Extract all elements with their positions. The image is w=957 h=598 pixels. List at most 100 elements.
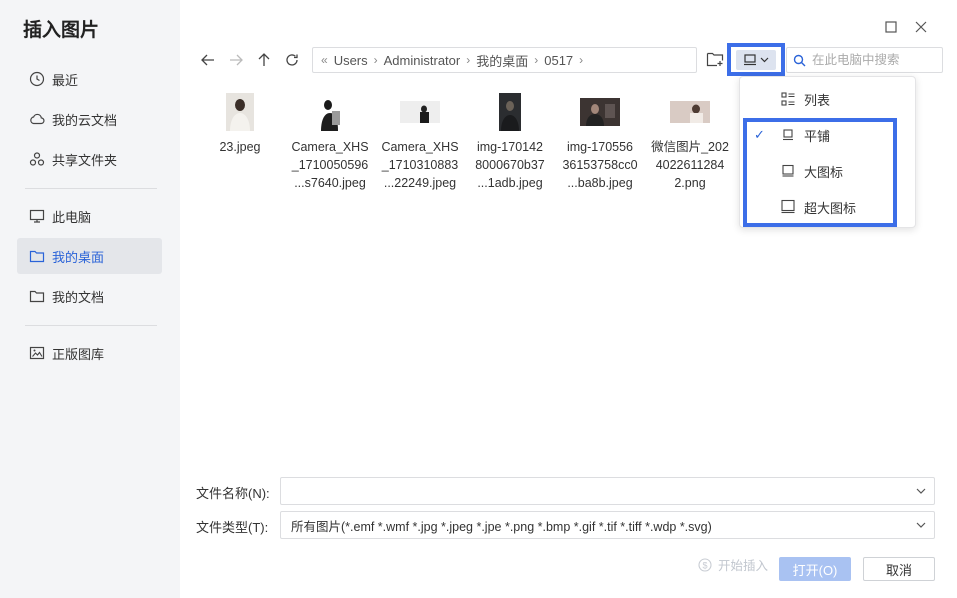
file-name-line: Camera_XHS (381, 140, 459, 154)
image-thumbnail (199, 92, 281, 132)
start-insert-button[interactable]: $ 开始插入 (698, 555, 768, 574)
share-icon (29, 151, 45, 167)
sidebar-item-my-desktop[interactable]: 我的桌面 (17, 238, 162, 274)
breadcrumb-item-0517[interactable]: 0517 (544, 53, 573, 68)
large-icon-view-icon (780, 163, 796, 179)
breadcrumb-item-desktop[interactable]: 我的桌面 (476, 51, 528, 70)
sidebar-item-this-pc[interactable]: 此电脑 (17, 198, 162, 234)
sidebar-item-label: 最近 (52, 72, 79, 88)
file-name-line: 微信图片_202 (651, 140, 729, 154)
chevron-right-icon[interactable]: › (579, 53, 583, 67)
forward-button[interactable] (224, 49, 248, 71)
file-item[interactable]: img-170556 36153758cc0 ...ba8b.jpeg (559, 92, 641, 192)
up-button[interactable] (252, 49, 276, 71)
search-box[interactable] (786, 47, 943, 73)
image-thumbnail (469, 92, 551, 132)
file-name-line: Camera_XHS (291, 140, 369, 154)
menu-item-label: 超大图标 (804, 200, 857, 216)
chevron-right-icon: › (466, 53, 471, 67)
sidebar-item-label: 此电脑 (52, 209, 92, 225)
chevron-right-icon: › (534, 53, 539, 67)
close-icon (915, 21, 927, 33)
maximize-button[interactable] (881, 17, 901, 37)
file-name-line: ...22249.jpeg (383, 176, 457, 190)
file-item[interactable]: img-170142 8000670b37 ...1adb.jpeg (469, 92, 551, 192)
sidebar-item-image-gallery[interactable]: 正版图库 (17, 335, 162, 371)
close-button[interactable] (911, 17, 931, 37)
file-name-line: ...s7640.jpeg (294, 176, 366, 190)
search-input[interactable] (812, 53, 932, 67)
image-thumbnail (559, 92, 641, 132)
arrow-up-icon (258, 53, 270, 66)
file-name-line: _1710050596 (291, 158, 369, 172)
new-folder-button[interactable] (706, 50, 726, 70)
sidebar: 插入图片 最近 我的云文档 共享文件夹 此电脑 我的桌面 我的文档 正版图库 (0, 0, 180, 598)
folder-icon (29, 288, 45, 304)
file-name-line: img-170556 (566, 140, 633, 154)
chevron-down-icon (916, 522, 926, 528)
menu-item-label: 大图标 (804, 164, 844, 180)
maximize-icon (885, 21, 897, 33)
folder-icon (29, 248, 45, 264)
file-name-line: 8000670b37 (475, 158, 545, 172)
file-name-line: img-170142 (476, 140, 543, 154)
checkmark-icon: ✓ (754, 127, 765, 142)
search-icon (793, 54, 806, 66)
image-thumbnail (289, 92, 371, 132)
sidebar-item-label: 正版图库 (52, 346, 105, 362)
chevron-right-icon: › (373, 53, 378, 67)
image-gallery-icon (29, 345, 45, 361)
menu-item-list[interactable]: 列表 (740, 81, 917, 117)
breadcrumb-item-users[interactable]: Users (334, 53, 368, 68)
menu-item-extra-large-icons[interactable]: 超大图标 (740, 189, 917, 225)
computer-icon (29, 208, 45, 224)
file-item[interactable]: Camera_XHS _1710050596 ...s7640.jpeg (289, 92, 371, 192)
menu-item-large-icons[interactable]: 大图标 (740, 153, 917, 189)
tile-view-icon (780, 127, 796, 143)
chevron-down-icon (760, 57, 769, 63)
back-button[interactable] (196, 49, 220, 71)
file-name-line: 23.jpeg (219, 140, 261, 154)
sidebar-item-shared-folder[interactable]: 共享文件夹 (17, 141, 162, 177)
extra-large-icon-view-icon (780, 199, 796, 215)
open-button[interactable]: 打开(O) (779, 557, 851, 581)
tile-view-icon (744, 53, 756, 65)
image-thumbnail (379, 92, 461, 132)
filetype-select[interactable]: 所有图片(*.emf *.wmf *.jpg *.jpeg *.jpe *.pn… (280, 511, 935, 539)
file-name-line: ...ba8b.jpeg (567, 176, 633, 190)
file-item[interactable]: Camera_XHS _1710310883 ...22249.jpeg (379, 92, 461, 192)
filename-field[interactable] (280, 477, 935, 505)
arrow-left-icon (201, 54, 214, 66)
new-folder-icon (706, 52, 724, 67)
file-item[interactable]: 23.jpeg (199, 92, 281, 156)
sidebar-item-recent[interactable]: 最近 (17, 61, 162, 97)
file-item[interactable]: 微信图片_202 4022611284 2.png (649, 92, 731, 192)
cancel-button[interactable]: 取消 (863, 557, 935, 581)
start-insert-label: 开始插入 (718, 559, 769, 573)
sidebar-divider (25, 188, 157, 189)
view-mode-menu: 列表 ✓ 平铺 大图标 超大图标 (739, 76, 916, 228)
clock-icon (29, 71, 45, 87)
arrow-right-icon (230, 54, 243, 66)
sidebar-item-label: 我的桌面 (52, 249, 105, 265)
file-name-line: ...1adb.jpeg (477, 176, 543, 190)
breadcrumb[interactable]: « Users › Administrator › 我的桌面 › 0517 › (312, 47, 697, 73)
file-name-line: 4022611284 (655, 158, 725, 172)
file-name-line: _1710310883 (381, 158, 459, 172)
menu-item-tile[interactable]: ✓ 平铺 (740, 117, 917, 153)
menu-item-label: 列表 (804, 92, 831, 108)
sidebar-item-my-documents[interactable]: 我的文档 (17, 278, 162, 314)
menu-item-label: 平铺 (804, 128, 831, 144)
chevrons-left-icon[interactable]: « (321, 53, 328, 67)
image-thumbnail (649, 92, 731, 132)
filename-label: 文件名称(N): (196, 486, 270, 501)
chevron-down-icon (916, 488, 926, 494)
list-view-icon (780, 91, 796, 107)
breadcrumb-item-administrator[interactable]: Administrator (384, 53, 461, 68)
filetype-value: 所有图片(*.emf *.wmf *.jpg *.jpeg *.jpe *.pn… (291, 519, 712, 534)
sidebar-item-label: 我的文档 (52, 289, 105, 305)
view-mode-button[interactable] (727, 43, 785, 76)
refresh-icon (286, 54, 298, 66)
refresh-button[interactable] (280, 49, 304, 71)
sidebar-item-cloud-docs[interactable]: 我的云文档 (17, 101, 162, 137)
